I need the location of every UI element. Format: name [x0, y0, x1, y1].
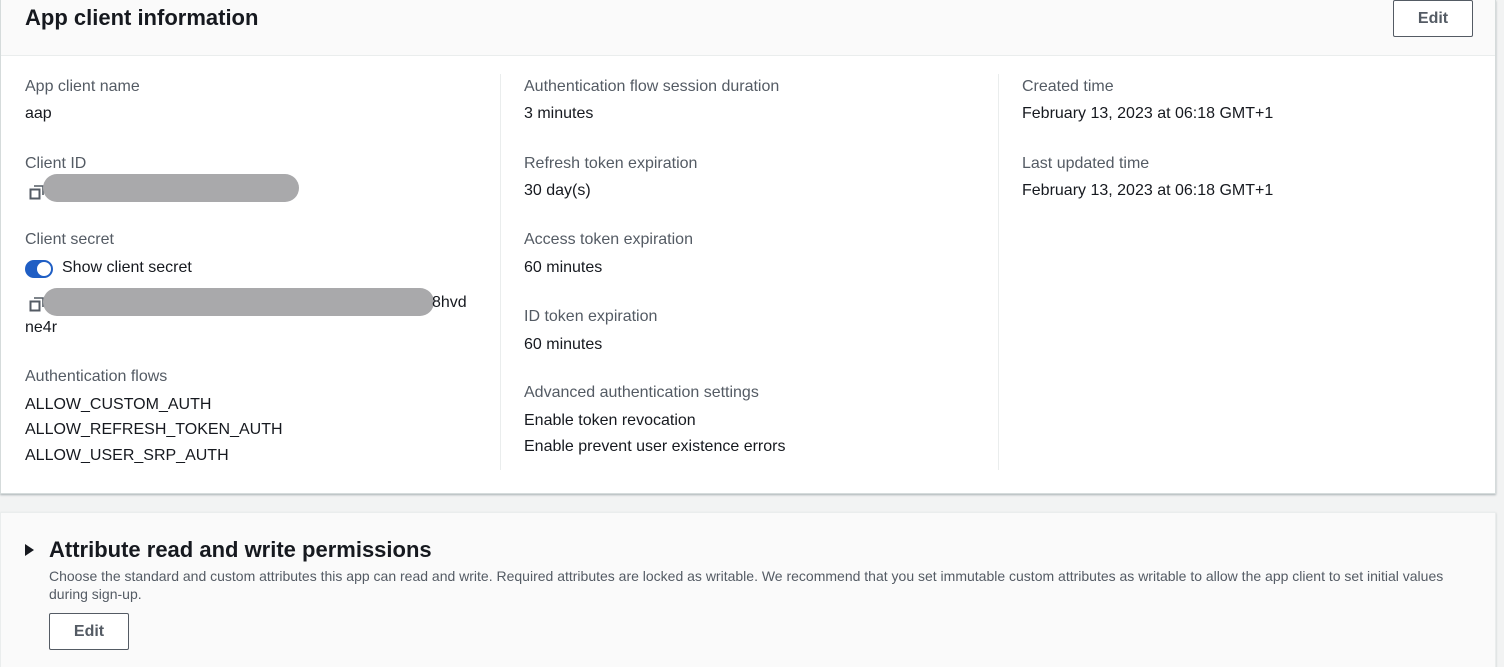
client-name-value: aap [25, 105, 52, 122]
attribute-permissions-panel: Attribute read and write permissions Cho… [0, 512, 1496, 667]
show-client-secret-label: Show client secret [62, 259, 192, 276]
advanced-setting-item: Enable prevent user existence errors [524, 438, 786, 455]
auth-flow-item: ALLOW_CUSTOM_AUTH [25, 396, 212, 413]
client-secret-visible-part: 8hvd [432, 294, 467, 311]
created-time-value: February 13, 2023 at 06:18 GMT+1 [1022, 105, 1274, 122]
access-token-value: 60 minutes [524, 259, 603, 276]
updated-time-label: Last updated time [1022, 155, 1150, 172]
client-secret-redacted [43, 288, 434, 316]
updated-time-value: February 13, 2023 at 06:18 GMT+1 [1022, 182, 1274, 199]
toggle-knob [37, 262, 51, 276]
panel-title: App client information [25, 5, 259, 30]
column-divider [500, 74, 501, 470]
id-token-label: ID token expiration [524, 308, 658, 325]
advanced-settings-label: Advanced authentication settings [524, 384, 759, 401]
panel-header: App client information Edit [1, 0, 1495, 56]
refresh-token-value: 30 day(s) [524, 182, 591, 199]
access-token-label: Access token expiration [524, 231, 693, 248]
created-time-label: Created time [1022, 78, 1114, 95]
show-client-secret-toggle[interactable] [25, 260, 53, 278]
auth-flow-item: ALLOW_USER_SRP_AUTH [25, 447, 229, 464]
client-secret-label: Client secret [25, 231, 114, 248]
caret-right-icon[interactable] [25, 544, 34, 556]
client-name-label: App client name [25, 78, 140, 95]
attribute-permissions-title[interactable]: Attribute read and write permissions [49, 537, 432, 563]
client-secret-line-2: ne4r [25, 319, 58, 336]
session-duration-value: 3 minutes [524, 105, 594, 122]
attribute-permissions-description: Choose the standard and custom attribute… [49, 568, 1444, 602]
auth-flows-label: Authentication flows [25, 368, 168, 385]
advanced-setting-item: Enable token revocation [524, 412, 696, 429]
column-divider [998, 74, 999, 470]
id-token-value: 60 minutes [524, 336, 603, 353]
client-id-redacted [43, 174, 299, 202]
edit-attributes-button[interactable]: Edit [49, 613, 129, 650]
auth-flow-item: ALLOW_REFRESH_TOKEN_AUTH [25, 421, 283, 438]
session-duration-label: Authentication flow session duration [524, 78, 780, 95]
page: App client information Edit App client n… [0, 0, 1504, 667]
refresh-token-label: Refresh token expiration [524, 155, 698, 172]
app-client-info-panel: App client information Edit App client n… [0, 0, 1496, 494]
edit-app-client-button[interactable]: Edit [1393, 0, 1473, 37]
